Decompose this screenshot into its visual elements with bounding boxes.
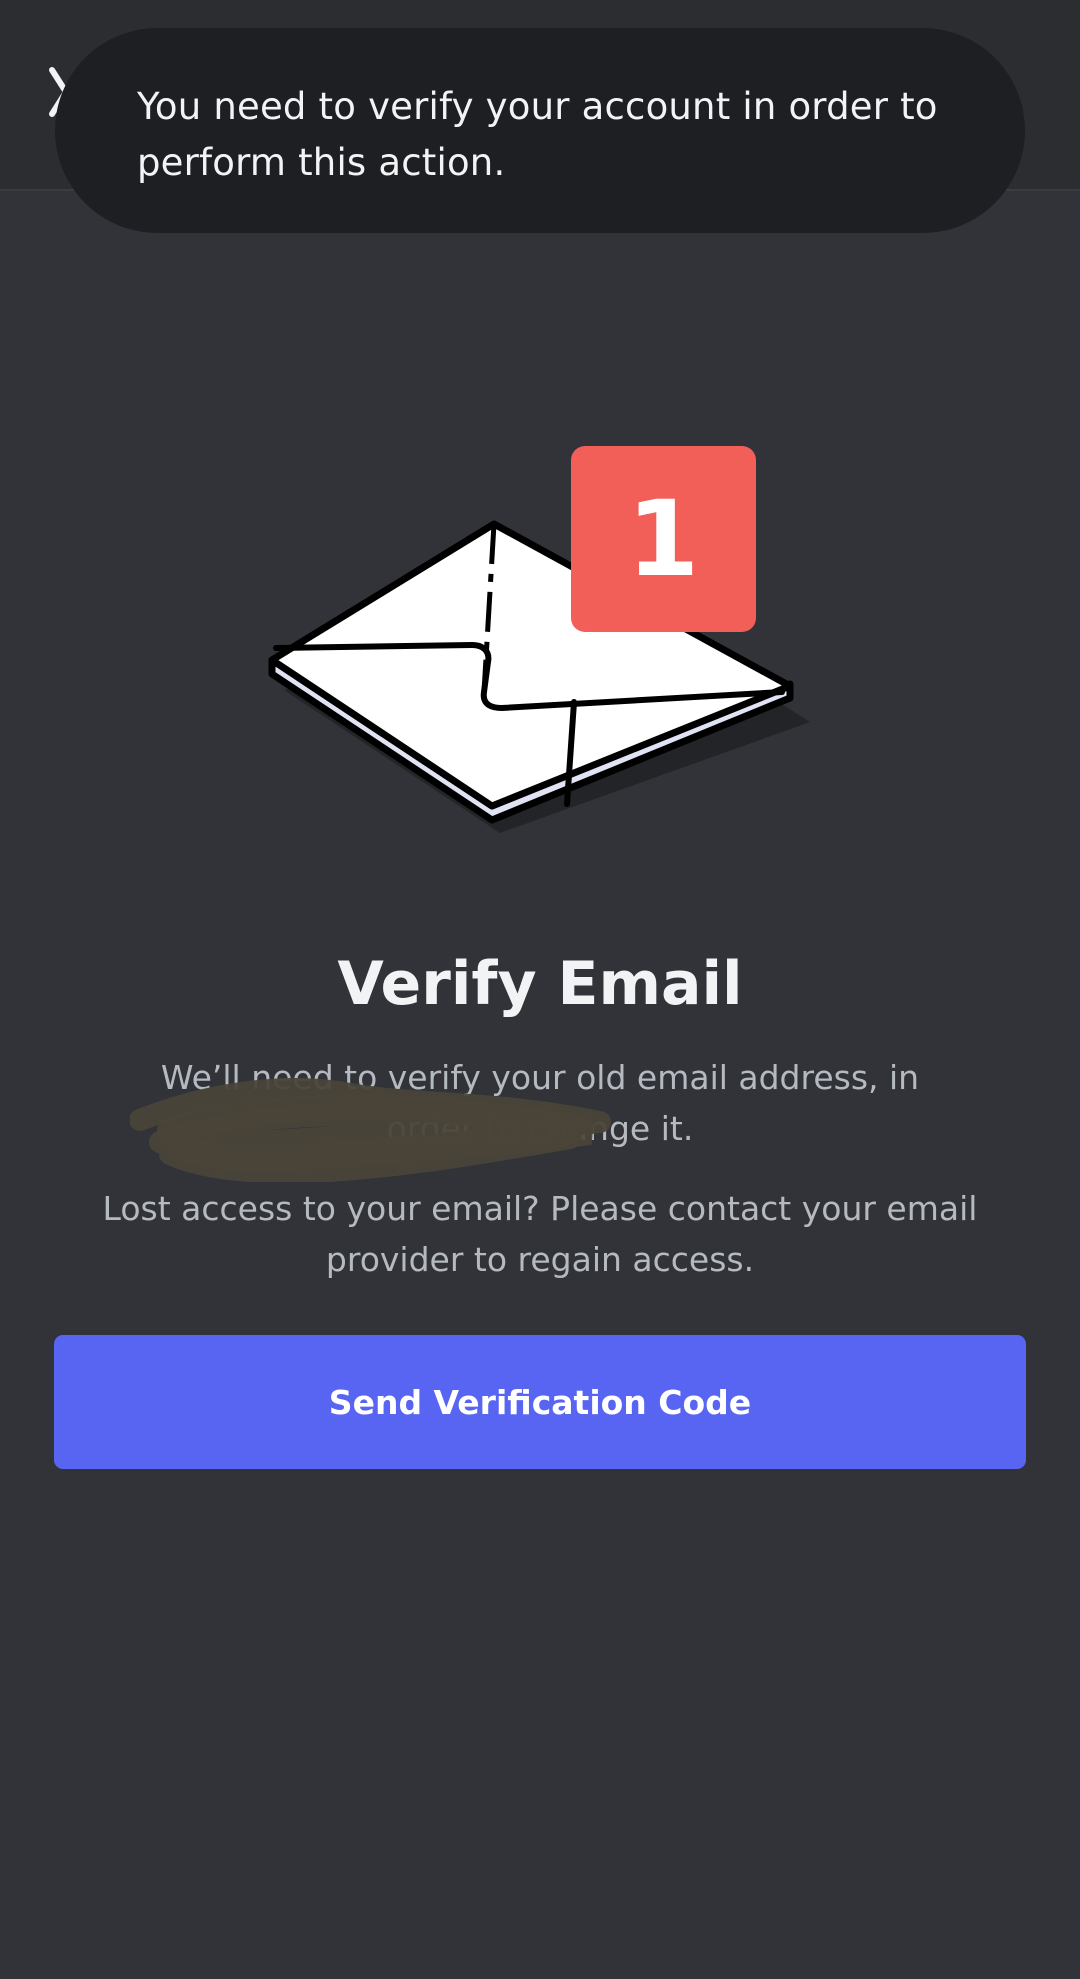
help-text: Lost access to your email? Please contac… [102, 1189, 978, 1279]
toast-message: You need to verify your account in order… [137, 85, 938, 184]
page-title: Verify Email [337, 949, 743, 1019]
toast-notification: You need to verify your account in order… [55, 28, 1025, 233]
verify-description: We’ll need to verify your old email addr… [160, 1058, 920, 1148]
send-verification-code-button[interactable]: Send Verification Code [54, 1335, 1026, 1469]
badge-count: 1 [627, 478, 699, 600]
notification-badge: 1 [571, 446, 756, 632]
envelope-illustration: 1 [268, 446, 810, 833]
